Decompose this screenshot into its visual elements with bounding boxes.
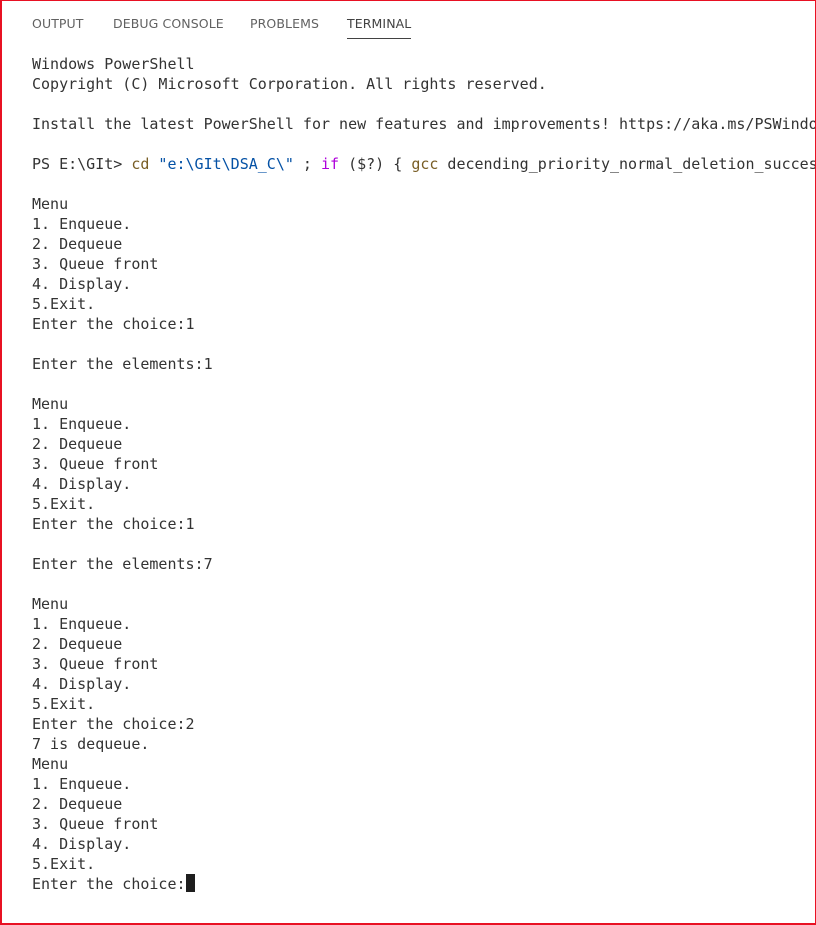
terminal-header-line [32,134,815,154]
terminal-output-line: 4. Display. [32,275,132,293]
terminal-cursor [185,874,195,892]
terminal-output-line: 3. Queue front [32,815,159,833]
terminal-output-line: 3. Queue front [32,655,159,673]
terminal-output-line: Menu [32,195,69,213]
terminal-output-line: Menu [32,755,69,773]
terminal-output-line: Menu [32,595,69,613]
tab-output[interactable]: OUTPUT [32,16,84,38]
tab-terminal[interactable]: TERMINAL [347,16,412,39]
terminal-output[interactable]: Windows PowerShell Copyright (C) Microsof… [32,54,815,923]
command-condition: ($?) { [339,155,412,173]
tab-debug-console[interactable]: DEBUG CONSOLE [113,16,224,38]
last-prompt: Enter the choice: [32,875,186,893]
terminal-output-line: 1. Enqueue. [32,615,132,633]
terminal-output-line: 5.Exit. [32,295,96,313]
terminal-output-line: 3. Queue front [32,255,159,273]
terminal-output-line: 1. Enqueue. [32,415,132,433]
command-args: decending_priority_normal_deletion_succe… [447,155,815,173]
terminal-output-line: 1. Enqueue. [32,215,132,233]
program-output: Menu 1. Enqueue. 2. Dequeue 3. Queue front 4… [32,174,815,874]
terminal-output-line: 1. Enqueue. [32,775,132,793]
terminal-output-line: 2. Dequeue [32,635,123,653]
terminal-output-line: 4. Display. [32,835,132,853]
terminal-output-line: 3. Queue front [32,455,159,473]
terminal-output-line: Enter the choice:2 [32,715,195,733]
command-path: "e:\GIt\DSA_C\" [149,155,294,173]
terminal-output-line: 2. Dequeue [32,235,123,253]
terminal-output-line: Enter the elements:1 [32,355,213,373]
terminal-output-line: Enter the choice:1 [32,515,195,533]
terminal-output-line: 5.Exit. [32,695,96,713]
terminal-output-line: 5.Exit. [32,855,96,873]
command-if: if [321,155,340,173]
command-separator: ; [293,155,321,173]
command-line: PS E:\GIt> cd "e:\GIt\DSA_C\" ; if ($?) … [32,154,815,174]
command-cd: cd [131,155,150,173]
command-gcc: gcc [411,155,439,173]
terminal-header-line: Copyright (C) Microsoft Corporation. All… [32,75,547,93]
terminal-output-line: 4. Display. [32,475,132,493]
terminal-output-line: 2. Dequeue [32,795,123,813]
terminal-output-line: 5.Exit. [32,495,96,513]
terminal-output-line: 4. Display. [32,675,132,693]
panel-tab-bar: OUTPUT DEBUG CONSOLE PROBLEMS TERMINAL [2,1,815,43]
terminal-output-line: Menu [32,395,69,413]
terminal-header-line [32,94,815,114]
terminal-output-line: 2. Dequeue [32,435,123,453]
terminal-header: Windows PowerShell Copyright (C) Microsof… [32,54,815,154]
panel-frame: OUTPUT DEBUG CONSOLE PROBLEMS TERMINAL W… [0,0,816,925]
active-input-line[interactable]: Enter the choice: [32,874,815,894]
terminal-header-line: Install the latest PowerShell for new fe… [32,115,815,133]
terminal-output-line: 7 is dequeue. [32,735,150,753]
terminal-output-line: Enter the choice:1 [32,315,195,333]
terminal-header-line: Windows PowerShell [32,55,195,73]
terminal-output-line: Enter the elements:7 [32,555,213,573]
tab-problems[interactable]: PROBLEMS [250,16,319,38]
command-prompt: PS E:\GIt> [32,155,132,173]
